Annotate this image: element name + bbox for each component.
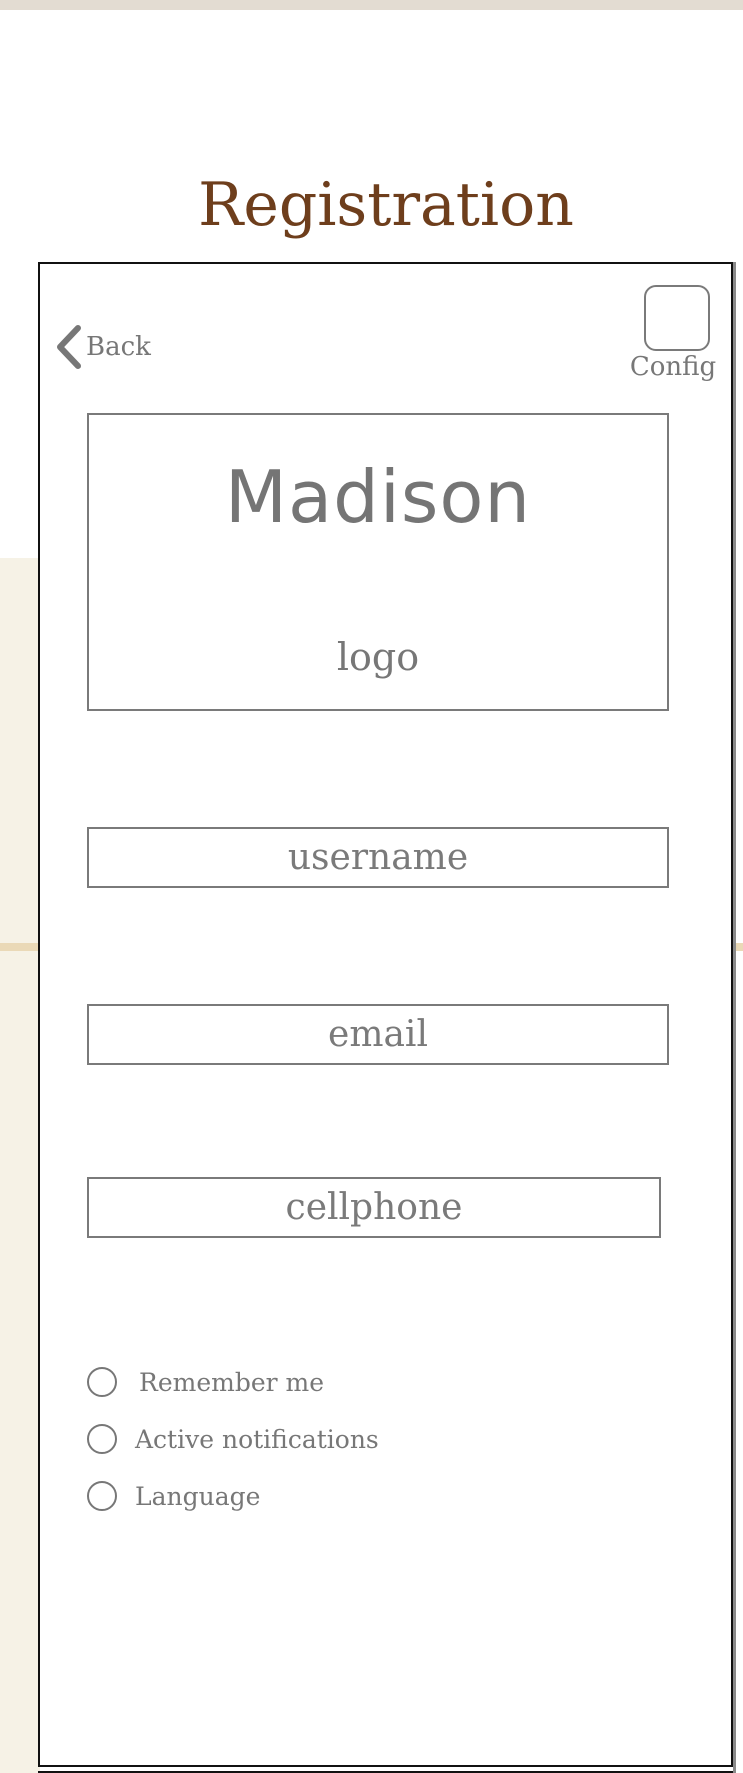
option-remember-me[interactable]: Remember me: [87, 1367, 324, 1397]
option-active-notifications[interactable]: Active notifications: [87, 1424, 379, 1454]
config-button[interactable]: [644, 285, 710, 351]
back-label: Back: [86, 332, 151, 362]
guide-line-left: [0, 943, 42, 951]
email-input[interactable]: [87, 1004, 669, 1065]
top-stripe: [0, 0, 743, 10]
option-label: Remember me: [139, 1367, 325, 1397]
config-label: Config: [629, 352, 717, 382]
option-label: Active notifications: [135, 1424, 379, 1454]
logo-placeholder: Madison logo: [87, 413, 669, 711]
username-input[interactable]: [87, 827, 669, 888]
radio-language[interactable]: [87, 1481, 117, 1511]
logo-caption: logo: [336, 635, 420, 679]
left-side-panel: [0, 558, 40, 1773]
back-button[interactable]: Back: [54, 322, 151, 372]
phone-frame-shadow: [733, 262, 736, 1773]
option-language[interactable]: Language: [87, 1481, 260, 1511]
logo-name: Madison: [224, 455, 532, 539]
chevron-left-icon: [54, 324, 84, 370]
cellphone-input[interactable]: [87, 1177, 661, 1238]
page-title: Registration: [198, 170, 574, 240]
option-label: Language: [135, 1481, 261, 1511]
radio-remember-me[interactable]: [87, 1367, 117, 1397]
radio-active-notifications[interactable]: [87, 1424, 117, 1454]
